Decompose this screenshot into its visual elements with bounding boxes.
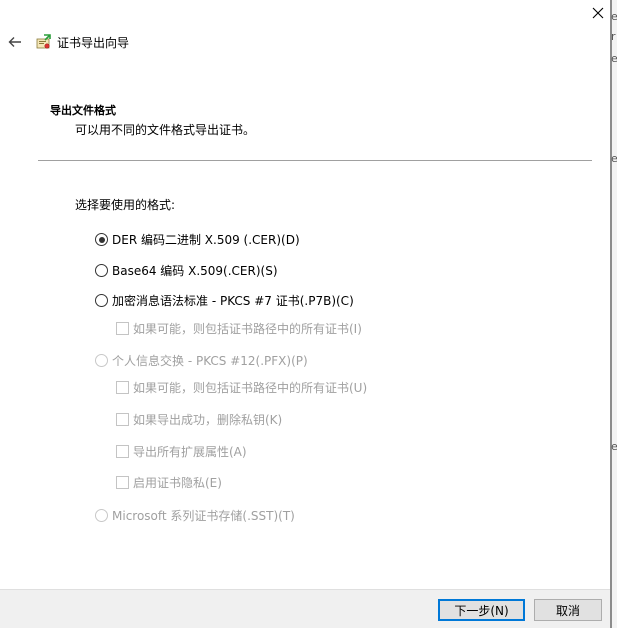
back-button[interactable] — [6, 33, 24, 51]
option-label: 如果导出成功，删除私钥(K) — [133, 413, 283, 427]
format-option-label: DER 编码二进制 X.509 (.CER)(D) — [112, 233, 300, 247]
cancel-button[interactable]: 取消 — [534, 599, 602, 621]
background-text: r — [611, 30, 616, 43]
checkbox-icon[interactable] — [116, 381, 129, 394]
certificate-export-wizard: 证书导出向导 导出文件格式 可以用不同的文件格式导出证书。 选择要使用的格式: … — [0, 0, 612, 628]
close-icon — [592, 7, 604, 19]
header-separator — [38, 160, 592, 161]
option-label: 导出所有扩展属性(A) — [133, 445, 247, 459]
wizard-title: 证书导出向导 — [57, 36, 130, 50]
radio-icon[interactable] — [95, 354, 108, 367]
close-button[interactable] — [586, 2, 610, 24]
option-pfx-privacy[interactable]: 启用证书隐私(E) — [116, 474, 222, 491]
format-option-label: Base64 编码 X.509(.CER)(S) — [112, 264, 278, 278]
section-description: 可以用不同的文件格式导出证书。 — [75, 123, 256, 137]
back-arrow-icon — [8, 37, 21, 47]
option-label: 如果可能，则包括证书路径中的所有证书(U) — [133, 381, 368, 395]
option-label: 如果可能，则包括证书路径中的所有证书(I) — [133, 322, 362, 336]
format-option-sst[interactable]: Microsoft 系列证书存储(.SST)(T) — [95, 507, 295, 524]
format-option-pfx[interactable]: 个人信息交换 - PKCS #12(.PFX)(P) — [95, 352, 308, 369]
background-text: e — [611, 10, 617, 23]
radio-icon[interactable] — [95, 264, 108, 277]
format-option-label: 个人信息交换 - PKCS #12(.PFX)(P) — [112, 354, 308, 368]
option-p7b-include-chain[interactable]: 如果可能，则包括证书路径中的所有证书(I) — [116, 320, 362, 337]
format-option-label: 加密消息语法标准 - PKCS #7 证书(.P7B)(C) — [112, 294, 354, 308]
option-label: 启用证书隐私(E) — [133, 476, 222, 490]
format-option-p7b[interactable]: 加密消息语法标准 - PKCS #7 证书(.P7B)(C) — [95, 292, 354, 309]
checkbox-icon[interactable] — [116, 476, 129, 489]
radio-icon[interactable] — [95, 294, 108, 307]
format-prompt: 选择要使用的格式: — [75, 198, 176, 212]
option-pfx-export-properties[interactable]: 导出所有扩展属性(A) — [116, 443, 247, 460]
next-button[interactable]: 下一步(N) — [438, 599, 525, 621]
option-pfx-include-chain[interactable]: 如果可能，则包括证书路径中的所有证书(U) — [116, 379, 367, 396]
format-option-base64[interactable]: Base64 编码 X.509(.CER)(S) — [95, 262, 278, 279]
option-pfx-delete-key[interactable]: 如果导出成功，删除私钥(K) — [116, 411, 282, 428]
radio-icon[interactable] — [95, 509, 108, 522]
format-option-der[interactable]: DER 编码二进制 X.509 (.CER)(D) — [95, 231, 300, 248]
background-text: e — [611, 52, 617, 65]
checkbox-icon[interactable] — [116, 413, 129, 426]
checkbox-icon[interactable] — [116, 322, 129, 335]
checkbox-icon[interactable] — [116, 445, 129, 458]
background-window-edge: e r e e e — [611, 0, 617, 628]
background-text: e — [611, 152, 617, 165]
radio-icon[interactable] — [95, 233, 108, 246]
format-option-label: Microsoft 系列证书存储(.SST)(T) — [112, 509, 295, 523]
certificate-wizard-icon — [36, 34, 51, 49]
background-text: e — [611, 440, 617, 453]
section-title: 导出文件格式 — [50, 104, 116, 117]
